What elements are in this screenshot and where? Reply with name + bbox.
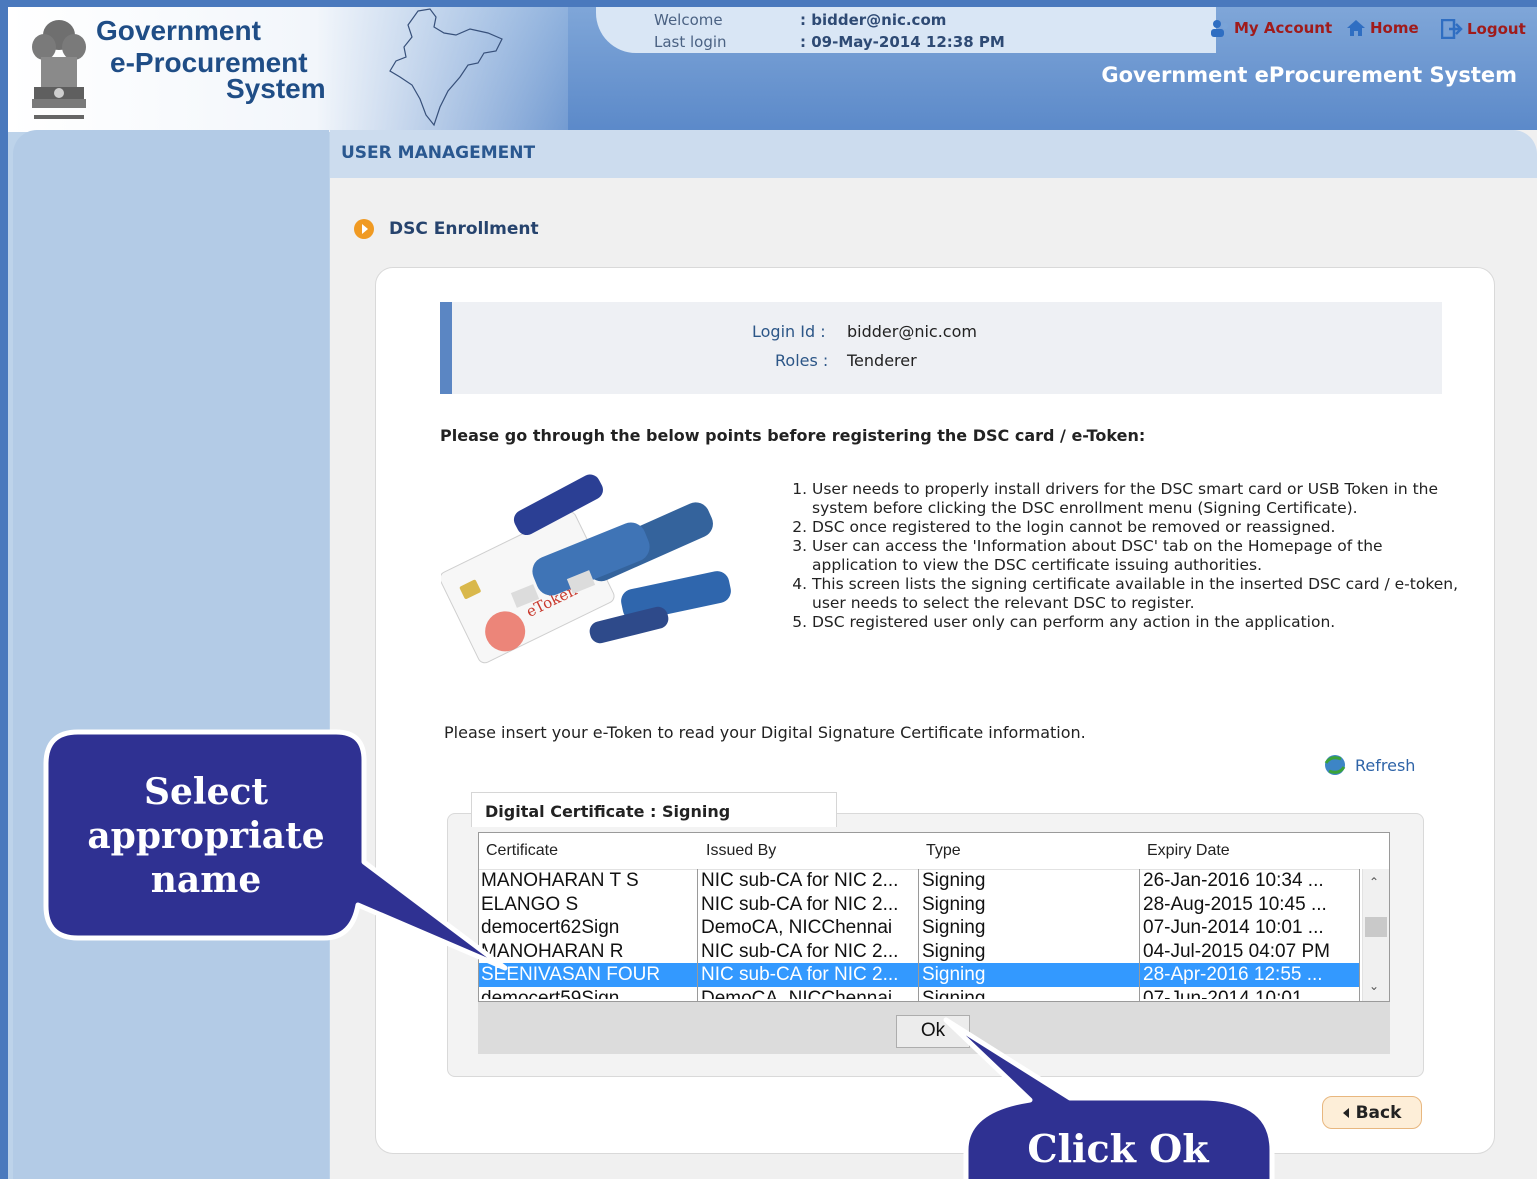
issued-by-cell: DemoCA, NICChennai [701,917,893,938]
column-header-certificate[interactable]: Certificate [486,842,558,860]
column-header-issued-by[interactable]: Issued By [706,842,776,860]
column-divider [697,869,698,1001]
instruction-point: DSC once registered to the login cannot … [812,518,1472,537]
column-divider [1359,869,1360,1001]
last-login-label: Last login [654,33,727,51]
logout-icon [1441,19,1463,39]
type-cell: Signing [922,870,986,891]
last-login-value: : 09-May-2014 12:38 PM [800,33,1005,51]
certificate-name-cell: ELANGO S [481,893,579,915]
ok-button[interactable]: Ok [896,1015,970,1048]
select-callout-text: Select appropriate name [87,771,325,901]
home-label: Home [1370,19,1419,37]
logo-title-line3: System [226,73,326,104]
type-cell: Signing [922,893,986,915]
roles-label: Roles : [775,351,829,370]
refresh-label: Refresh [1355,755,1416,775]
my-account-label: My Account [1234,19,1333,37]
certificate-row[interactable]: democert62Sign DemoCA, NICChennai Signin… [479,916,1359,940]
back-label: Back [1355,1102,1402,1123]
refresh-icon [1324,755,1346,775]
instruction-points: User needs to properly install drivers f… [782,480,1472,632]
enrollment-card: Login Id : bidder@nic.com Roles : Tender… [375,267,1495,1154]
my-account-link[interactable]: My Account [1210,19,1332,37]
insert-token-message: Please insert your e-Token to read your … [444,723,1086,742]
instruction-point: This screen lists the signing certificat… [812,575,1472,613]
certificate-row[interactable]: ELANGO S NIC sub-CA for NIC 2... Signing… [479,893,1359,917]
roles-value: Tenderer [847,351,917,370]
issued-by-cell: NIC sub-CA for NIC 2... [701,964,899,985]
certificate-row[interactable]: democert59Sign DemoCA, NICChennai Signin… [479,987,1359,1000]
certificate-row[interactable]: MANOHARAN R NIC sub-CA for NIC 2... Sign… [479,940,1359,964]
login-id-value: bidder@nic.com [847,322,977,341]
column-divider [918,869,919,1001]
certificate-panel-title: Digital Certificate : Signing [485,802,731,821]
issued-by-cell: NIC sub-CA for NIC 2... [701,870,899,891]
expiry-date-cell: 07-Jun-2014 10:01 ... [1143,917,1324,938]
instruction-point: User needs to properly install drivers f… [812,480,1472,518]
expiry-date-cell: 28-Apr-2016 12:55 ... [1143,964,1323,985]
expiry-date-cell: 07-Jun-2014 10:01 ... [1143,987,1324,1000]
column-header-type[interactable]: Type [926,842,961,860]
scroll-up-icon[interactable]: ⌃ [1369,875,1381,889]
certificate-row[interactable]: MANOHARAN T S NIC sub-CA for NIC 2... Si… [479,869,1359,893]
issued-by-cell: NIC sub-CA for NIC 2... [701,893,899,915]
type-cell: Signing [922,987,986,1000]
scroll-down-icon[interactable]: ⌄ [1369,979,1381,993]
certificate-panel-tab: Digital Certificate : Signing [471,792,837,827]
welcome-user-value: : bidder@nic.com [800,11,947,29]
column-divider [1139,869,1140,1001]
logo-title-line1: Government [96,15,261,46]
certificate-name-cell: SEENIVASAN FOUR [481,964,661,985]
column-header-expiry-date[interactable]: Expiry Date [1147,842,1230,860]
expiry-date-cell: 26-Jan-2016 10:34 ... [1143,870,1324,891]
certificate-name-cell: democert62Sign [481,917,620,938]
user-icon [1211,20,1228,37]
certificate-list-header: Certificate Issued By Type Expiry Date [479,833,1359,870]
type-cell: Signing [922,964,986,985]
main-content: USER MANAGEMENT DSC Enrollment Login Id … [330,130,1537,1179]
instruction-point: User can access the 'Information about D… [812,537,1472,575]
certificate-list[interactable]: Certificate Issued By Type Expiry Date M… [478,832,1390,1002]
certificate-rows: MANOHARAN T S NIC sub-CA for NIC 2... Si… [479,869,1359,999]
type-cell: Signing [922,917,986,938]
refresh-link[interactable]: Refresh [1323,753,1415,777]
ok-callout-text: Click Ok [1027,1126,1209,1171]
certificate-list-scrollbar[interactable]: ⌃ ⌄ [1362,869,1389,1001]
home-icon [1347,20,1365,36]
site-header: Government e-Procurement System Welcome … [8,7,1537,132]
national-emblem-icon [32,20,86,119]
logout-label: Logout [1467,20,1526,38]
certificate-dialog: Certificate Issued By Type Expiry Date M… [478,832,1390,1054]
certificate-row[interactable]: SEENIVASAN FOUR NIC sub-CA for NIC 2... … [479,963,1359,987]
type-cell: Signing [922,940,986,962]
home-link[interactable]: Home [1346,19,1419,37]
login-id-label: Login Id : [752,322,826,341]
system-name: Government eProcurement System [1101,63,1517,87]
india-map-icon [389,8,503,127]
certificate-name-cell: MANOHARAN R [481,940,624,962]
instructions-heading: Please go through the below points befor… [440,426,1146,445]
left-sidebar [13,130,329,1179]
logout-link[interactable]: Logout [1441,19,1526,39]
instruction-point: DSC registered user only can perform any… [812,613,1472,632]
login-info-box: Login Id : bidder@nic.com Roles : Tender… [440,302,1442,394]
etoken-devices-illustration: eToken [441,474,731,664]
section-title: USER MANAGEMENT [341,143,536,163]
back-arrow-icon [1342,1107,1349,1118]
page-subtitle: DSC Enrollment [389,219,539,239]
expiry-date-cell: 28-Aug-2015 10:45 ... [1143,893,1327,915]
section-header-bar: USER MANAGEMENT [330,130,1537,178]
browser-page: Government e-Procurement System Welcome … [8,7,1537,1179]
expiry-date-cell: 04-Jul-2015 04:07 PM [1143,940,1330,962]
certificate-name-cell: democert59Sign [481,987,620,1000]
scrollbar-thumb[interactable] [1365,917,1387,937]
issued-by-cell: DemoCA, NICChennai [701,987,893,1000]
certificate-name-cell: MANOHARAN T S [481,870,639,891]
back-button[interactable]: Back [1322,1096,1422,1129]
play-bullet-icon [354,219,374,239]
issued-by-cell: NIC sub-CA for NIC 2... [701,940,899,962]
welcome-label: Welcome [654,11,723,29]
